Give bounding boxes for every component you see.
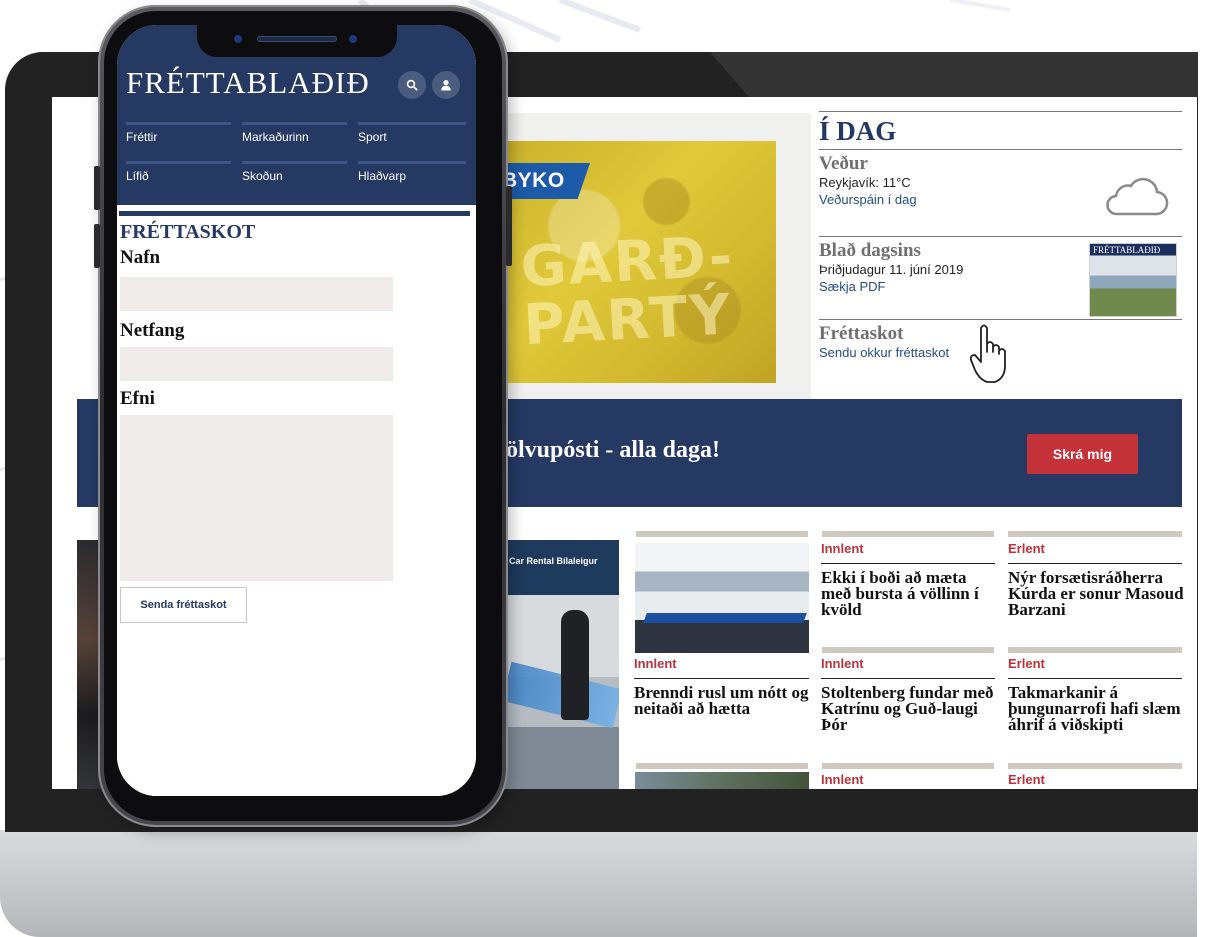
today-title: Í DAG xyxy=(819,116,897,146)
divider xyxy=(1008,563,1182,564)
news-topbar xyxy=(636,531,808,537)
news-tip-widget: Fréttaskot Sendu okkur fréttaskot xyxy=(819,320,1182,404)
news-category[interactable]: Erlent xyxy=(1008,656,1045,671)
nav-hladvarp[interactable]: Hlaðvarp xyxy=(358,161,466,191)
news-topbar xyxy=(822,763,994,769)
ad-banner[interactable]: BYKO GARÐ- PARTÝ xyxy=(502,141,776,383)
signup-button[interactable]: Skrá mig xyxy=(1027,434,1138,474)
news-tip-form: FRÉTTASKOT Nafn Netfang Efni Senda frétt… xyxy=(117,205,476,796)
news-topbar xyxy=(636,763,808,769)
ad-headline: GARÐ- PARTÝ xyxy=(518,224,736,359)
nav-sport[interactable]: Sport xyxy=(358,122,466,152)
paper-cover-thumbnail[interactable]: FRÉTTABLAÐIÐ xyxy=(1089,243,1177,317)
subject-textarea[interactable] xyxy=(120,415,393,581)
site-logo[interactable]: FRÉTTABLAÐIÐ xyxy=(126,65,370,101)
email-field[interactable] xyxy=(120,347,393,381)
weather-widget: Veður Reykjavík: 11°C Veðurspáin í dag xyxy=(819,150,1182,236)
hand-pointer-icon xyxy=(969,324,1006,383)
nav-skodun[interactable]: Skoðun xyxy=(242,161,347,191)
news-headline[interactable]: Brenndi rusl um nótt og neitaði að hætta xyxy=(634,684,812,717)
news-headline[interactable]: Nýr forsætisráðherra Kúrda er sonur Maso… xyxy=(1008,569,1184,618)
nav-markadurinn[interactable]: Markaðurinn xyxy=(242,122,347,152)
search-button[interactable] xyxy=(398,71,426,99)
phone-notch xyxy=(197,25,397,57)
phone-volume-up-button xyxy=(94,166,100,210)
news-photo[interactable] xyxy=(635,772,809,789)
camera-icon xyxy=(349,35,357,43)
phone-screen: FRÉTTABLAÐIÐ Fréttir Markaðurinn Sport L… xyxy=(117,25,476,796)
airport-sign: Car Rental Bílaleigur xyxy=(509,556,598,566)
divider xyxy=(1008,678,1182,679)
form-title: FRÉTTASKOT xyxy=(120,221,256,243)
news-topbar xyxy=(1008,647,1182,653)
today-sidebar: Í DAG Veður Reykjavík: 11°C Veðurspáin í… xyxy=(819,111,1182,405)
nav-frettir[interactable]: Fréttir xyxy=(126,122,231,152)
divider xyxy=(119,211,470,216)
daily-paper-widget: Blað dagsins Þriðjudagur 11. júní 2019 S… xyxy=(819,237,1182,319)
weather-heading: Veður xyxy=(819,153,868,174)
account-button[interactable] xyxy=(432,71,460,99)
phone-power-button xyxy=(506,186,512,266)
cloud-icon xyxy=(1106,177,1169,216)
news-topbar xyxy=(1008,531,1182,537)
ad-brand-logo: BYKO xyxy=(502,163,590,199)
news-headline[interactable]: Takmarkanir á þungunarrofi hafi slæm áhr… xyxy=(1008,684,1184,733)
paper-cover-title: FRÉTTABLAÐIÐ xyxy=(1093,245,1161,255)
photo-detail xyxy=(561,610,589,720)
name-label: Nafn xyxy=(120,247,161,268)
news-topbar xyxy=(1008,763,1182,769)
news-topbar xyxy=(822,647,994,653)
divider xyxy=(821,563,995,564)
send-tip-button[interactable]: Senda fréttaskot xyxy=(120,587,247,623)
camera-icon xyxy=(234,35,242,43)
news-headline[interactable]: Stoltenberg fundar með Katrínu og Guð-la… xyxy=(821,684,997,733)
divider xyxy=(634,678,809,679)
news-category[interactable]: Innlent xyxy=(821,541,864,556)
news-topbar xyxy=(822,531,994,537)
user-icon xyxy=(441,80,451,91)
news-photo-airport[interactable]: Car Rental Bílaleigur xyxy=(505,540,619,789)
phone-volume-down-button xyxy=(94,224,100,268)
photo-detail xyxy=(643,613,807,623)
speaker-grille xyxy=(257,36,337,42)
search-icon xyxy=(406,79,418,91)
name-field[interactable] xyxy=(120,277,393,311)
news-category[interactable]: Innlent xyxy=(821,772,864,787)
laptop-bezel-sheen xyxy=(710,52,1198,97)
divider xyxy=(821,678,995,679)
subject-label: Efni xyxy=(120,388,155,409)
news-headline[interactable]: Ekki í boði að mæta með bursta á völlinn… xyxy=(821,569,997,618)
nav-lifid[interactable]: Lífið xyxy=(126,161,231,191)
newsletter-text: tölvupósti - alla daga! xyxy=(498,437,721,463)
news-category[interactable]: Innlent xyxy=(821,656,864,671)
news-category[interactable]: Innlent xyxy=(634,656,677,671)
email-label: Netfang xyxy=(120,320,185,341)
news-category[interactable]: Erlent xyxy=(1008,772,1045,787)
news-category[interactable]: Erlent xyxy=(1008,541,1045,556)
news-photo-police[interactable] xyxy=(635,543,809,653)
laptop-base xyxy=(0,830,1197,937)
